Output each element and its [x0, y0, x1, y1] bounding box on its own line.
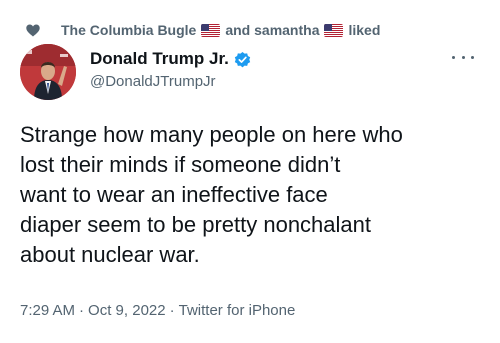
dot — [471, 55, 474, 59]
tweet-time[interactable]: 7:29 AM — [20, 302, 75, 319]
tweet-meta: 7:29 AM · Oct 9, 2022 · Twitter for iPhone — [20, 302, 295, 319]
tweet-author-row: Donald Trump Jr. @DonaldJTrumpJr — [20, 44, 480, 104]
us-flag-icon — [201, 23, 221, 37]
social-context: The Columbia Bugle and samantha liked — [26, 20, 380, 40]
tweet-source[interactable]: Twitter for iPhone — [179, 302, 296, 319]
verified-badge-icon — [233, 50, 252, 69]
us-flag-icon — [324, 23, 344, 37]
separator: · — [169, 302, 175, 319]
author-handle[interactable]: @DonaldJTrumpJr — [90, 73, 252, 90]
avatar[interactable] — [20, 44, 76, 100]
tweet-text: Strange how many people on here who lost… — [20, 122, 403, 267]
author-name-block: Donald Trump Jr. @DonaldJTrumpJr — [90, 48, 252, 90]
tweet-date[interactable]: Oct 9, 2022 — [88, 302, 166, 319]
first-liker-link[interactable]: The Columbia Bugle — [61, 22, 196, 38]
dot — [452, 55, 455, 59]
other-liker-link[interactable]: and samantha — [225, 22, 319, 38]
display-name-row: Donald Trump Jr. — [90, 48, 252, 70]
separator: · — [79, 302, 85, 319]
liked-label: liked — [348, 22, 381, 38]
more-options-icon[interactable] — [452, 52, 474, 62]
dot — [461, 55, 465, 59]
heart-icon — [26, 24, 40, 37]
display-name[interactable]: Donald Trump Jr. — [90, 49, 229, 69]
